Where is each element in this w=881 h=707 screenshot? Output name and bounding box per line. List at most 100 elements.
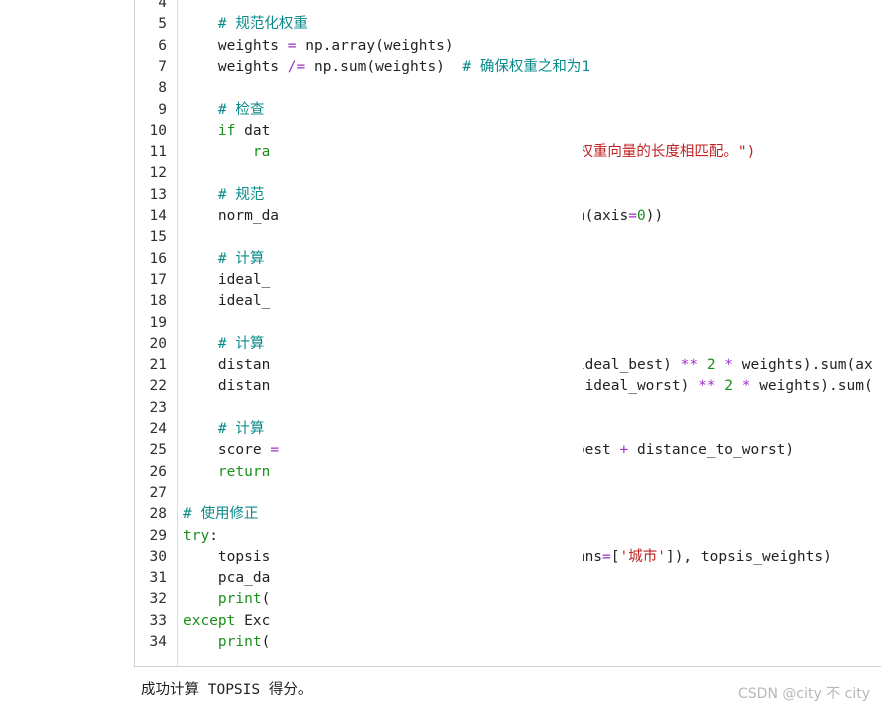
code-token: ** (680, 357, 699, 374)
line-code: # 计算 (183, 419, 264, 440)
code-token: /= (287, 58, 306, 75)
line-number: 26 (149, 463, 167, 480)
code-token: print (217, 591, 262, 608)
code-token: try (183, 527, 210, 544)
line-number: 22 (149, 378, 167, 395)
code-token: * (724, 357, 734, 374)
line-number: 19 (149, 314, 167, 331)
line-number: 4 (158, 0, 167, 11)
watermark: CSDN @city 不 city (738, 686, 870, 702)
line-number: 25 (149, 442, 167, 459)
line-number: 23 (149, 399, 167, 416)
code-token: )) (645, 208, 664, 224)
line-number: 24 (149, 421, 167, 437)
code-token: ** (698, 378, 716, 395)
line-number: 11 (149, 144, 167, 161)
code-token: ra (252, 144, 271, 161)
line-code: print( (183, 632, 270, 653)
line-number: 17 (149, 271, 167, 288)
line-code: # 规范化权重 (183, 14, 308, 35)
code-token: '城市' (619, 548, 666, 565)
line-number: 21 (149, 357, 167, 374)
redaction-overlay (407, 100, 583, 651)
line-number: 12 (149, 165, 167, 182)
line-code: # 使用修正 (183, 504, 258, 525)
line-number: 16 (149, 250, 167, 267)
code-token: weights (183, 37, 288, 54)
line-code: # 规范 (183, 185, 264, 206)
cell-output: 成功计算 TOPSIS 得分。 (141, 682, 313, 698)
line-number: 27 (149, 484, 167, 501)
line-number: 8 (158, 80, 167, 97)
code-token: except (183, 612, 236, 629)
line-number: 9 (158, 101, 167, 118)
code-token: score (183, 442, 271, 459)
line-number: 15 (149, 229, 167, 246)
line-number: 18 (149, 293, 167, 310)
code-token: [ (610, 548, 620, 565)
code-token: distance_to_worst) (628, 442, 795, 459)
code-cell[interactable]: 4 5 # 规范化权重 6 weights = np.array(weights) 7… (134, 0, 881, 667)
line-number: 31 (149, 570, 167, 587)
code-token: = (270, 442, 280, 459)
code-token: return (217, 463, 271, 480)
code-token: 2 (706, 357, 716, 374)
code-token: ( (261, 634, 271, 650)
code-token: np.sum(weights) (305, 58, 463, 75)
code-token: ideal_worst) (575, 378, 699, 395)
code-token: : (209, 527, 218, 544)
line-code: weights = np.array(weights) (183, 36, 454, 57)
code-token: np.array(weights) (296, 37, 454, 54)
line-number: 10 (149, 122, 167, 139)
line-number: 33 (149, 612, 167, 629)
code-token: weights).sum( (750, 378, 873, 395)
line-code: except Exc (183, 611, 270, 632)
code-token: # 规范 (217, 186, 265, 203)
code-token: weights (183, 58, 288, 75)
code-token: = (287, 37, 297, 54)
code-token: 2 (724, 378, 733, 395)
code-token: # 计算 (217, 421, 265, 437)
line-number: 14 (149, 208, 167, 224)
code-token: Exc (235, 612, 271, 629)
line-code: # 计算 (183, 249, 264, 270)
code-token: print (217, 634, 262, 650)
line-number: 6 (158, 37, 167, 54)
code-token: # 计算 (217, 335, 265, 352)
line-code: try: (183, 526, 218, 547)
code-token: # 使用修正 (183, 506, 259, 523)
line-number: 28 (149, 506, 167, 523)
line-number: 7 (158, 58, 167, 75)
code-token: + (619, 442, 629, 459)
code-token: # 确保权重之和为1 (462, 58, 591, 75)
code-token: ideal_best) (567, 357, 681, 374)
line-number: 29 (149, 527, 167, 544)
code-token: ]), topsis_weights) (665, 548, 832, 565)
code-token: weights).sum(ax (733, 357, 873, 374)
line-number: 5 (158, 16, 167, 33)
code-token: if (217, 122, 236, 139)
line-number: 32 (149, 591, 167, 608)
redaction-peek (417, 640, 577, 650)
line-code: return (183, 462, 270, 483)
line-number: 20 (149, 335, 167, 352)
line-number: 30 (149, 548, 167, 565)
line-number: 34 (149, 634, 167, 650)
line-code: weights /= np.sum(weights) # 确保权重之和为1 (183, 57, 590, 78)
